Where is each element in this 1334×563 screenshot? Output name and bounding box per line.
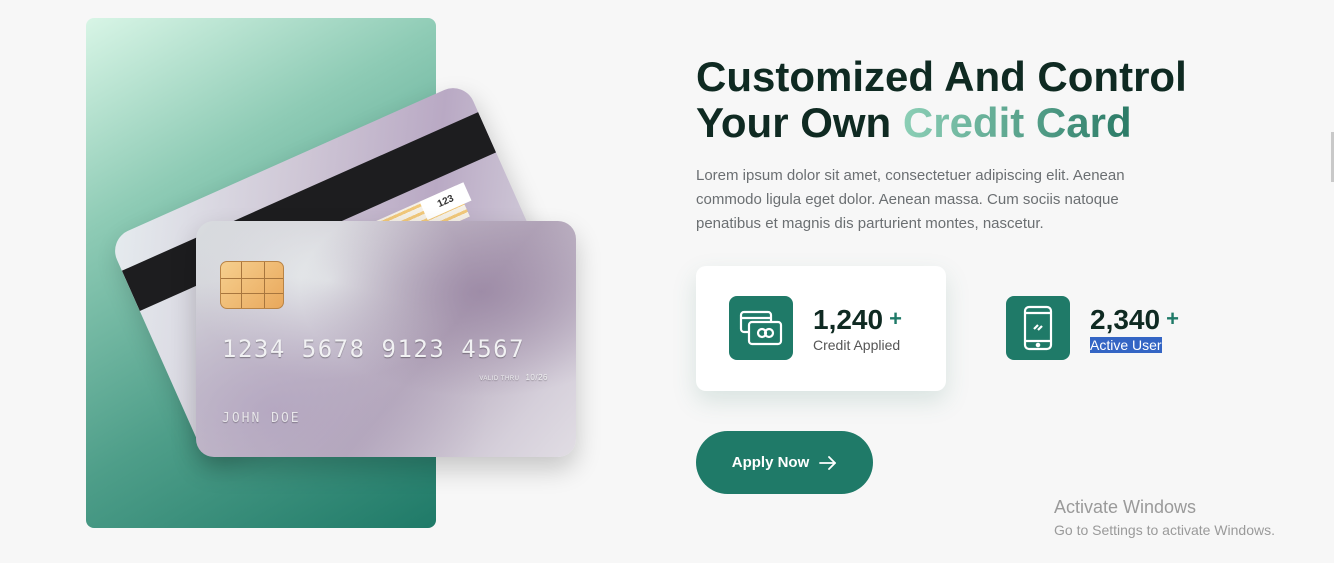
credit-card-front: 1234 5678 9123 4567 VALID THRU 10/26 JOHN… xyxy=(196,221,576,457)
active-user-value: 2,340 + xyxy=(1090,304,1179,336)
card-chip-icon xyxy=(220,261,284,309)
apply-now-button[interactable]: Apply Now xyxy=(696,431,873,494)
stat-plus: + xyxy=(889,306,902,331)
credit-applied-value: 1,240 + xyxy=(813,304,902,336)
stat-plus: + xyxy=(1166,306,1179,331)
activate-windows-subtitle: Go to Settings to activate Windows. xyxy=(1054,522,1275,538)
valid-thru-label: VALID THRU xyxy=(479,376,520,382)
stat-number: 1,240 xyxy=(813,304,884,335)
card-holder-name: JOHN DOE xyxy=(222,411,301,426)
page-title: Customized And Control Your Own Credit C… xyxy=(696,54,1256,146)
smartphone-icon xyxy=(1006,296,1070,360)
apply-now-label: Apply Now xyxy=(731,454,810,471)
arrow-right-icon xyxy=(819,455,837,470)
cash-icon xyxy=(729,296,793,360)
title-line-2: Your Own xyxy=(696,99,903,146)
stat-number: 2,340 xyxy=(1090,304,1161,335)
card-number: 1234 5678 9123 4567 xyxy=(222,335,526,363)
title-line-1: Customized And Control xyxy=(696,53,1187,100)
activate-windows-watermark: Activate Windows Go to Settings to activ… xyxy=(1054,497,1275,538)
valid-thru-date: 10/26 xyxy=(525,373,548,382)
credit-applied-label: Credit Applied xyxy=(813,337,901,353)
active-user-label: Active User xyxy=(1090,337,1162,353)
title-accent: Credit Card xyxy=(902,99,1132,146)
description-text: Lorem ipsum dolor sit amet, consectetuer… xyxy=(696,167,1125,232)
activate-windows-title: Activate Windows xyxy=(1054,497,1197,517)
card-valid-thru: VALID THRU 10/26 xyxy=(479,373,548,382)
